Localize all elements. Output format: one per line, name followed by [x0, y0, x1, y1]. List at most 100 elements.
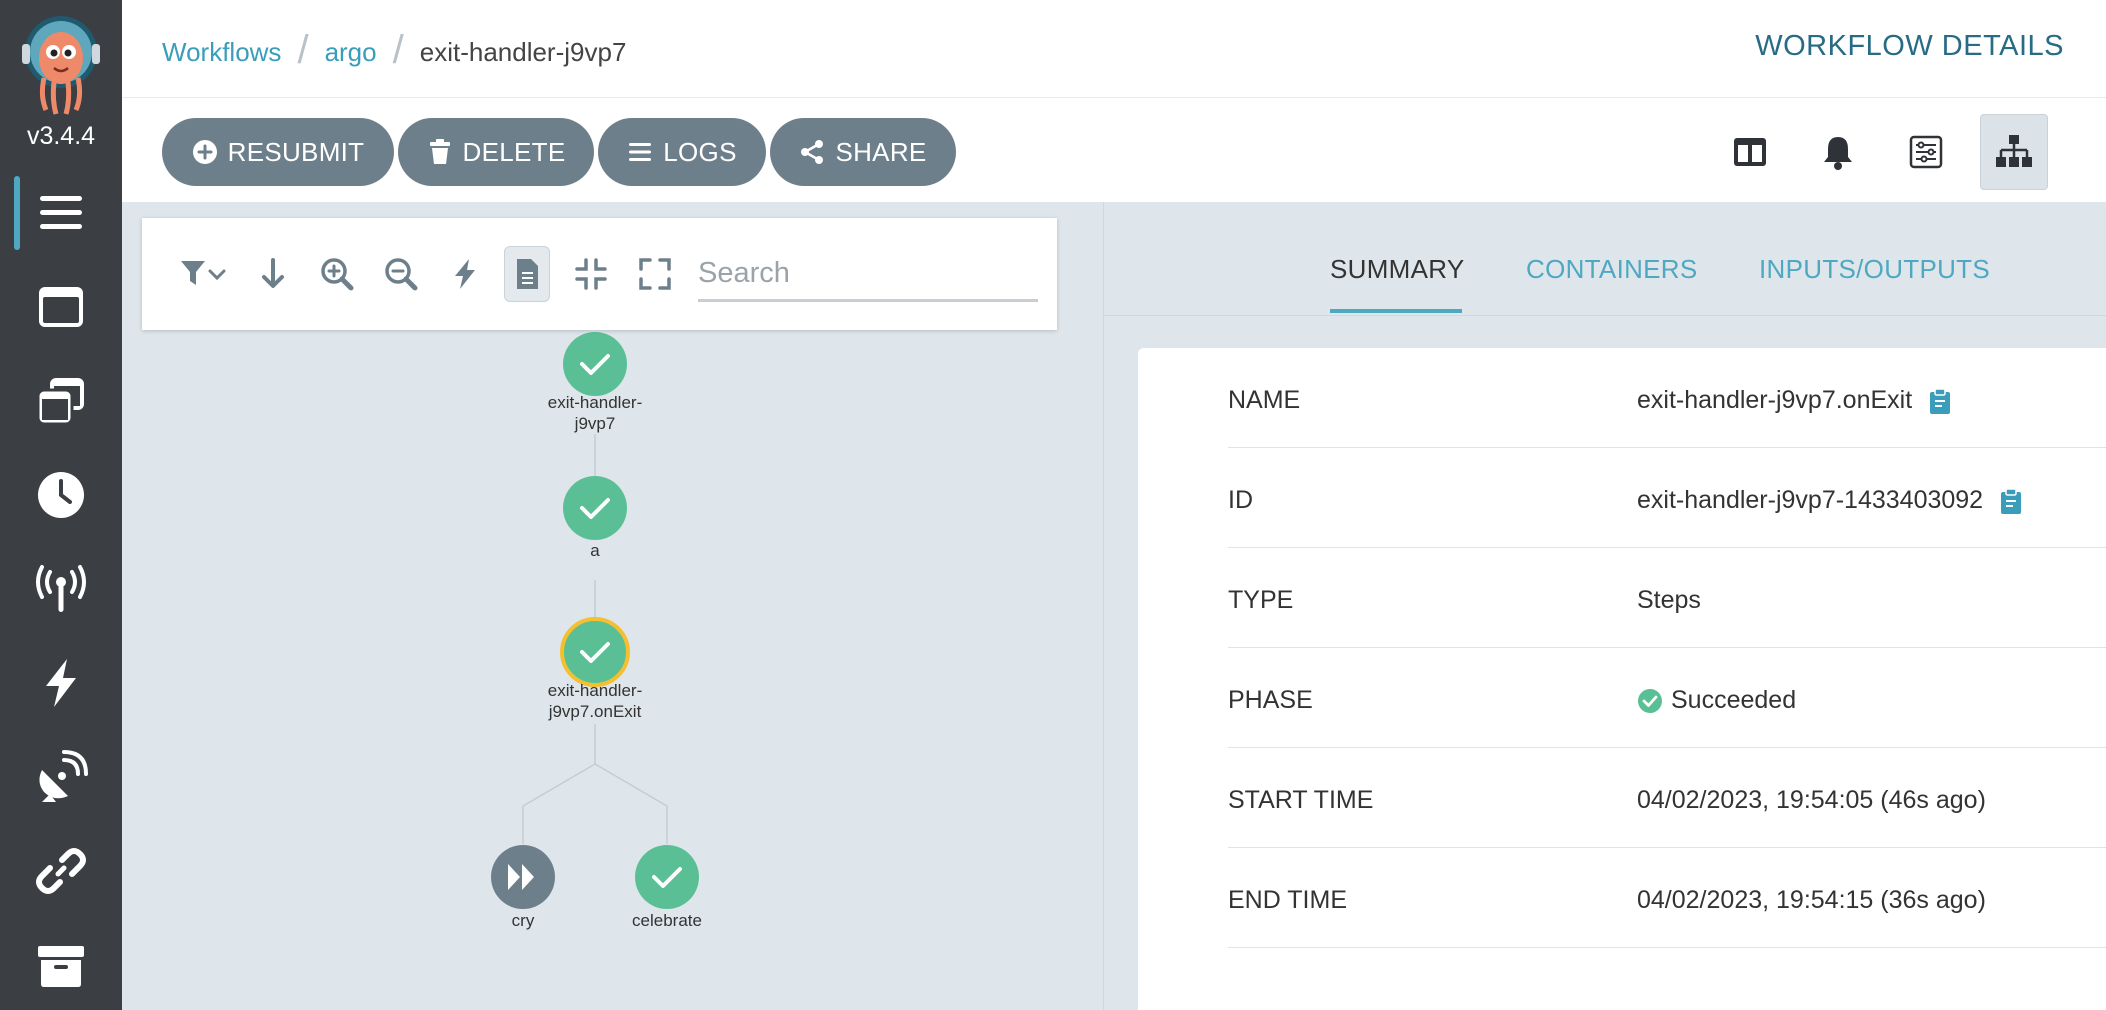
node-label-line: a — [590, 541, 600, 560]
breadcrumb-workflows[interactable]: Workflows — [162, 37, 281, 68]
filter-dropdown-button[interactable] — [172, 246, 236, 302]
workflow-graph-panel: exit-handler- j9vp7 a exit-handler- j9vp… — [122, 202, 1103, 1010]
share-button[interactable]: SHARE — [770, 118, 956, 186]
node-label-line: j9vp7.onExit — [548, 702, 642, 721]
bolt-icon — [46, 659, 76, 707]
version-label: v3.4.4 — [26, 122, 96, 150]
graph-edge — [522, 763, 596, 844]
zoom-in-button[interactable] — [314, 246, 360, 302]
fit-screen-button[interactable] — [632, 246, 678, 302]
start-time-value: 04/02/2023, 19:54:05 (46s ago) — [1637, 786, 1986, 814]
sidebar-item-workflows[interactable] — [0, 178, 122, 248]
satellite-dish-icon — [39, 750, 88, 802]
end-time-value: 04/02/2023, 19:54:15 (36s ago) — [1637, 886, 1986, 914]
broadcast-tower-icon — [36, 565, 86, 612]
node-label-exit-handler-j9vp7: exit-handler- j9vp7 — [495, 392, 695, 434]
tab-summary[interactable]: SUMMARY — [1330, 254, 1465, 285]
expand-icon — [639, 258, 671, 290]
active-tab-indicator — [1330, 309, 1462, 313]
logs-button[interactable]: LOGS — [598, 118, 766, 186]
clone-icon — [36, 378, 84, 426]
sidebar-item-api-docs[interactable] — [0, 836, 122, 906]
summary-card: NAME exit-handler-j9vp7.onExit ID exit-h… — [1138, 348, 2106, 1010]
graph-node-exit-handler-j9vp7-onexit[interactable] — [560, 617, 630, 687]
graph-toolbar — [142, 218, 1057, 330]
summary-row-start-time: START TIME 04/02/2023, 19:54:05 (46s ago… — [1228, 748, 2106, 848]
node-label-line: j9vp7 — [574, 414, 616, 433]
delete-button[interactable]: DELETE — [398, 118, 594, 186]
fast-mode-button[interactable] — [442, 246, 488, 302]
node-label-line: exit-handler- — [547, 681, 643, 700]
summary-row-end-time: END TIME 04/02/2023, 19:54:15 (36s ago) — [1228, 848, 2106, 948]
show-artifacts-button[interactable] — [504, 246, 550, 302]
action-toolbar: RESUBMIT DELETE LOGS SHARE — [122, 98, 2106, 202]
node-name-value: exit-handler-j9vp7.onExit — [1637, 386, 1913, 414]
page-title: WORKFLOW DETAILS — [1755, 30, 2064, 62]
arrow-down-icon — [262, 258, 284, 288]
sidebar-item-cluster-workflow-templates[interactable] — [0, 366, 122, 436]
node-label-line: exit-handler- — [547, 393, 643, 412]
sitemap-icon — [1996, 135, 2032, 167]
graph-search-input[interactable] — [698, 248, 1038, 302]
clipboard-icon[interactable] — [1928, 387, 1952, 414]
graph-node-celebrate[interactable] — [635, 845, 699, 909]
row-label: START TIME — [1228, 786, 1374, 814]
row-label: NAME — [1228, 386, 1301, 414]
columns-icon — [1734, 138, 1766, 166]
details-tabs: SUMMARY CONTAINERS INPUTS/OUTPUTS — [1104, 202, 2106, 316]
breadcrumb-separator: / — [297, 28, 309, 72]
sidebar-item-archived[interactable] — [0, 930, 122, 1000]
breadcrumb: Workflows / argo / exit-handler-j9vp7 — [162, 28, 626, 75]
breadcrumb-separator: / — [392, 28, 404, 72]
row-label: ID — [1228, 486, 1253, 514]
file-icon — [517, 259, 538, 289]
tab-inputs-outputs[interactable]: INPUTS/OUTPUTS — [1759, 254, 1990, 285]
split-view-button[interactable] — [1716, 114, 1784, 190]
node-type-value: Steps — [1637, 586, 1701, 614]
filter-icon — [181, 261, 226, 285]
graph-node-exit-handler-j9vp7[interactable] — [563, 332, 627, 396]
zoom-in-icon — [321, 258, 354, 291]
graph-edge — [594, 763, 668, 844]
sidebar-item-sensors[interactable] — [0, 648, 122, 718]
row-label: PHASE — [1228, 686, 1313, 714]
node-label-celebrate: celebrate — [567, 910, 767, 931]
sidebar-item-event-flow[interactable] — [0, 742, 122, 812]
sidebar-item-event-sources[interactable] — [0, 554, 122, 624]
summary-row-id: ID exit-handler-j9vp7-1433403092 — [1228, 448, 2106, 548]
node-label-line: celebrate — [632, 911, 702, 930]
sidebar-item-cron-workflows[interactable] — [0, 460, 122, 530]
events-button[interactable] — [1804, 114, 1872, 190]
row-value: exit-handler-j9vp7-1433403092 — [1637, 486, 2023, 515]
plus-circle-icon — [192, 140, 217, 164]
breadcrumb-namespace[interactable]: argo — [325, 37, 377, 68]
node-label-a: a — [495, 540, 695, 561]
node-id-value: exit-handler-j9vp7-1433403092 — [1637, 486, 1984, 514]
node-phase-value: Succeeded — [1671, 686, 1797, 714]
sidebar-item-workflow-templates[interactable] — [0, 272, 122, 342]
summary-row-phase: PHASE Succeeded — [1228, 648, 2106, 748]
resubmit-button[interactable]: RESUBMIT — [162, 118, 394, 186]
node-label-exit-handler-j9vp7-onexit: exit-handler- j9vp7.onExit — [495, 680, 695, 722]
argo-logo[interactable] — [20, 16, 102, 116]
zoom-out-button[interactable] — [378, 246, 424, 302]
share-icon — [801, 140, 824, 164]
graph-node-a[interactable] — [563, 476, 627, 540]
check-circle-icon — [1638, 688, 1662, 713]
compress-icon — [575, 258, 607, 290]
resubmit-label: RESUBMIT — [227, 136, 365, 167]
direction-button[interactable] — [250, 246, 296, 302]
link-icon — [36, 848, 86, 894]
bell-icon — [1824, 137, 1852, 170]
archive-icon — [38, 946, 84, 987]
clock-icon — [38, 472, 84, 518]
zoom-out-icon — [385, 258, 418, 291]
row-value: exit-handler-j9vp7.onExit — [1637, 386, 1952, 415]
workflow-settings-button[interactable] — [1892, 114, 1960, 190]
clipboard-icon[interactable] — [1999, 487, 2023, 514]
graph-node-cry[interactable] — [491, 845, 555, 909]
bars-icon — [40, 196, 82, 229]
graph-view-button[interactable] — [1980, 114, 2048, 190]
collapse-button[interactable] — [568, 246, 614, 302]
tab-containers[interactable]: CONTAINERS — [1526, 254, 1698, 285]
